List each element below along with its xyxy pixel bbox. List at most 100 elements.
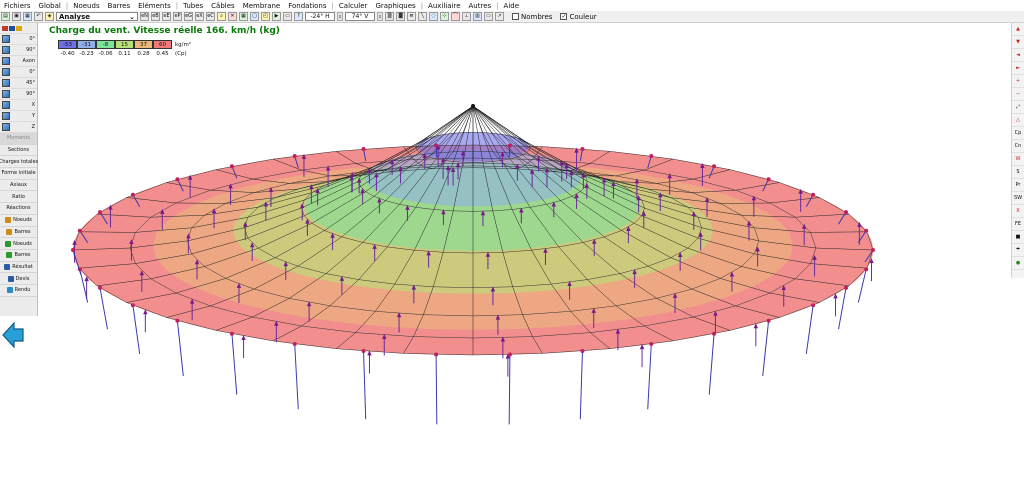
- axis-icon[interactable]: ⊥: [462, 12, 471, 21]
- open-icon[interactable]: ▦: [23, 12, 32, 21]
- mode-icon[interactable]: ◈: [45, 12, 54, 21]
- flag-icon[interactable]: [9, 25, 15, 31]
- couleur-box[interactable]: ✓: [560, 13, 568, 20]
- view-row[interactable]: 0°: [0, 34, 37, 45]
- flag-icon[interactable]: [16, 25, 22, 31]
- menu-item[interactable]: Fichiers: [0, 2, 35, 10]
- right-panel-button[interactable]: ■: [1012, 231, 1024, 244]
- view-row[interactable]: Z: [0, 122, 37, 133]
- menu-item[interactable]: Graphiques: [371, 2, 419, 10]
- left-panel-button[interactable]: Moments: [0, 133, 37, 145]
- toolbar-small-button[interactable]: eP: [173, 12, 182, 21]
- menu-item[interactable]: Global: [35, 2, 65, 10]
- left-panel-button[interactable]: Barres: [0, 227, 37, 239]
- node-icon[interactable]: ◌: [429, 12, 438, 21]
- right-panel-button[interactable]: +: [1012, 75, 1024, 88]
- toolbar-small-button[interactable]: eX: [195, 12, 204, 21]
- right-panel-button[interactable]: W: [1012, 153, 1024, 166]
- horizontal-angle-field[interactable]: -24° H: [305, 12, 335, 21]
- menu-item[interactable]: Auxiliaire: [424, 2, 464, 10]
- right-panel-button[interactable]: ⤢: [1012, 101, 1024, 114]
- menu-item[interactable]: Autres: [465, 2, 496, 10]
- delete-icon[interactable]: ✕: [228, 12, 237, 21]
- measure-icon[interactable]: ⊹: [440, 12, 449, 21]
- menu-item[interactable]: Eléments: [134, 2, 175, 10]
- menu-item[interactable]: Aide: [500, 2, 523, 10]
- undo-icon[interactable]: ↶: [34, 12, 43, 21]
- right-panel-button[interactable]: Pr: [1012, 179, 1024, 192]
- screen-icon[interactable]: ▭: [484, 12, 493, 21]
- toolbar-small-button[interactable]: eE: [162, 12, 171, 21]
- window-icon[interactable]: ▭: [283, 12, 292, 21]
- menu-item[interactable]: Noeuds: [69, 2, 103, 10]
- building-icon[interactable]: ▥: [473, 12, 482, 21]
- mode-select[interactable]: Analyse ⌄: [56, 12, 138, 21]
- print-icon[interactable]: ▤: [1, 12, 10, 21]
- menu-item[interactable]: Membrane: [239, 2, 285, 10]
- view-row[interactable]: 90°: [0, 45, 37, 56]
- left-panel-button[interactable]: Noeuds: [0, 215, 37, 227]
- view-row[interactable]: Y: [0, 111, 37, 122]
- pointer-icon[interactable]: ↗: [495, 12, 504, 21]
- right-panel-button[interactable]: ☂: [1012, 244, 1024, 257]
- menu-item[interactable]: Barres: [104, 2, 135, 10]
- right-panel-button[interactable]: FE: [1012, 218, 1024, 231]
- layers-icon[interactable]: ≣: [407, 12, 416, 21]
- grid-icon[interactable]: ▦: [239, 12, 248, 21]
- right-panel-button[interactable]: Cn: [1012, 140, 1024, 153]
- toolbar-small-button[interactable]: eG: [184, 12, 193, 21]
- save-icon[interactable]: ▣: [12, 12, 21, 21]
- menu-item[interactable]: Câbles: [207, 2, 239, 10]
- right-panel-button[interactable]: ◄: [1012, 49, 1024, 62]
- menu-item[interactable]: Fondations: [284, 2, 330, 10]
- select-icon[interactable]: ◰: [261, 12, 270, 21]
- menu-item[interactable]: Tubes: [179, 2, 207, 10]
- curve-icon[interactable]: ⌒: [451, 12, 460, 21]
- nombres-checkbox[interactable]: Nombres: [512, 13, 552, 21]
- nombres-box[interactable]: [512, 13, 519, 20]
- back-arrow-icon[interactable]: [2, 322, 24, 348]
- left-panel-button[interactable]: Résultat: [0, 262, 37, 274]
- view-row[interactable]: 90°: [0, 89, 37, 100]
- view-row[interactable]: 0°: [0, 67, 37, 78]
- left-panel-button[interactable]: Axiaux: [0, 180, 37, 192]
- right-panel-button[interactable]: Cp: [1012, 127, 1024, 140]
- left-panel-button[interactable]: Barres: [0, 250, 37, 262]
- help-icon[interactable]: ?: [294, 12, 303, 21]
- vertical-angle-stepper[interactable]: ⇕: [377, 12, 383, 21]
- left-panel-button[interactable]: Réactions: [0, 203, 37, 215]
- right-panel-button[interactable]: −: [1012, 88, 1024, 101]
- shade-icon[interactable]: ▒: [385, 12, 394, 21]
- toolbar-small-button[interactable]: eN: [140, 12, 149, 21]
- toolbar-small-button[interactable]: eC: [206, 12, 215, 21]
- right-panel-button[interactable]: △: [1012, 114, 1024, 127]
- view-row[interactable]: X: [0, 100, 37, 111]
- right-panel-button[interactable]: ▲: [1012, 23, 1024, 36]
- line-icon[interactable]: ╲: [418, 12, 427, 21]
- left-panel-button[interactable]: Rendu: [0, 285, 37, 297]
- right-panel-button[interactable]: ●: [1012, 257, 1024, 270]
- frame-icon[interactable]: ▢: [250, 12, 259, 21]
- membrane-model-view[interactable]: [40, 80, 900, 440]
- view-row[interactable]: 45°: [0, 78, 37, 89]
- right-panel-button[interactable]: X: [1012, 205, 1024, 218]
- right-panel-button[interactable]: ▼: [1012, 36, 1024, 49]
- left-panel-button[interactable]: Noeuds: [0, 238, 37, 250]
- left-panel-button[interactable]: Sections: [0, 145, 37, 157]
- texture-icon[interactable]: ▓: [396, 12, 405, 21]
- right-panel-button[interactable]: ►: [1012, 62, 1024, 75]
- menu-item[interactable]: Calculer: [335, 2, 372, 10]
- horizontal-angle-stepper[interactable]: ⇕: [337, 12, 343, 21]
- right-panel-button[interactable]: S: [1012, 166, 1024, 179]
- run-icon[interactable]: ▶: [272, 12, 281, 21]
- zoom-icon[interactable]: ⌕: [217, 12, 226, 21]
- left-panel-button[interactable]: Ratio: [0, 191, 37, 204]
- flag-icon[interactable]: [2, 25, 8, 31]
- left-panel-button[interactable]: Charges totales: [0, 156, 38, 169]
- view-row[interactable]: Axon: [0, 56, 37, 67]
- left-panel-button[interactable]: Devis: [0, 273, 37, 285]
- left-panel-button[interactable]: Forme initiale: [0, 168, 37, 180]
- toolbar-small-button[interactable]: eB: [151, 12, 160, 21]
- vertical-angle-field[interactable]: 74° V: [345, 12, 375, 21]
- couleur-checkbox[interactable]: ✓ Couleur: [560, 13, 597, 21]
